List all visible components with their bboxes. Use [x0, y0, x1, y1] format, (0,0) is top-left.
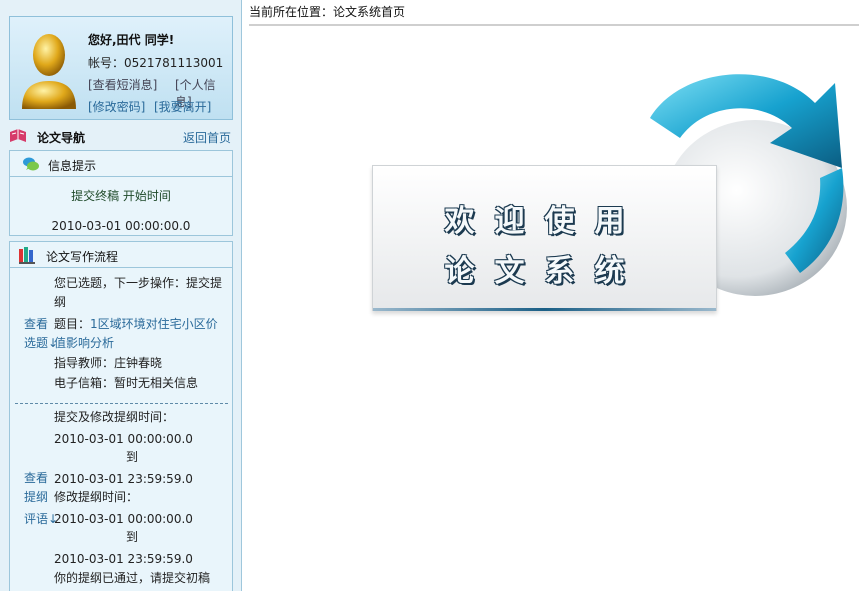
info-panel-header: 信息提示: [10, 151, 232, 177]
back-home-link[interactable]: 返回首页: [183, 129, 231, 146]
change-password-link[interactable]: [修改密码]: [88, 98, 145, 115]
advisor: 指导教师：庄钟春晓: [54, 356, 163, 370]
outline-start: 2010-03-01 00:00:00.0: [54, 432, 193, 446]
outline-passed: 你的提纲已通过，请提交初稿: [54, 571, 211, 585]
welcome-underline: [373, 308, 716, 311]
view-topic-link-2[interactable]: 选题↓: [24, 333, 58, 354]
breadcrumb: 当前所在位置：论文系统首页: [249, 5, 406, 19]
sidebar: 您好,田代 同学! 帐号：0521781113001 [查看短消息] [个人信息…: [0, 0, 242, 591]
nav-title: 论文导航: [37, 131, 86, 145]
flow-panel: 论文写作流程 您已选题，下一步操作：提交提 纲 查看 选题↓ 题目： 1区域环境…: [9, 241, 233, 591]
flow-status-1: 您已选题，下一步操作：提交提: [54, 276, 223, 290]
user-info-box: 您好,田代 同学! 帐号：0521781113001 [查看短消息] [个人信息…: [9, 16, 233, 120]
email: 电子信箱：暂时无相关信息: [54, 376, 199, 390]
chat-bubbles-icon: [23, 157, 39, 171]
user-avatar-icon: [22, 34, 76, 109]
user-account: 帐号：0521781113001: [88, 56, 224, 70]
outline-to: 到: [126, 450, 139, 464]
view-messages-link[interactable]: [查看短消息]: [88, 76, 157, 93]
flow-panel-title: 论文写作流程: [46, 250, 119, 264]
topic-value-link-1[interactable]: 1区域环境对住宅小区价: [90, 314, 218, 335]
revise-to: 到: [126, 530, 139, 544]
flow-panel-header: 论文写作流程: [10, 242, 232, 268]
revise-label: 修改提纲时间：: [54, 490, 139, 504]
info-panel-title: 信息提示: [48, 159, 97, 173]
welcome-line-1: 欢迎使用: [444, 204, 645, 239]
header-divider: [249, 24, 859, 26]
books-icon: [19, 247, 35, 264]
view-topic-link-1[interactable]: 查看: [24, 314, 48, 335]
user-greeting: 您好,田代 同学!: [88, 33, 175, 47]
logout-link[interactable]: [我要离开]: [154, 98, 211, 115]
nav-header: 论文导航 返回首页: [9, 127, 233, 147]
revise-end: 2010-03-01 23:59:59.0: [54, 552, 193, 566]
topic-label: 题目：: [54, 317, 91, 331]
info-panel: 信息提示 提交终稿 开始时间 2010-03-01 00:00:00.0: [9, 150, 233, 236]
info-line-1: 提交终稿 开始时间: [71, 189, 171, 203]
divider: [15, 403, 228, 404]
outline-time-label: 提交及修改提纲时间：: [54, 410, 175, 424]
welcome-banner: 欢迎使用 论文系统: [372, 165, 717, 311]
revise-start: 2010-03-01 00:00:00.0: [54, 512, 193, 526]
view-outline-link-3[interactable]: 评语↓: [24, 509, 58, 530]
info-line-2: 2010-03-01 00:00:00.0: [51, 219, 191, 233]
welcome-line-2: 论文系统: [444, 254, 645, 289]
flow-status-2: 纲: [54, 295, 67, 309]
view-outline-link-2[interactable]: 提纲: [24, 487, 48, 508]
topic-value-link-2[interactable]: 值影响分析: [54, 333, 114, 354]
book-icon: [10, 129, 26, 142]
view-outline-link-1[interactable]: 查看: [24, 468, 48, 489]
